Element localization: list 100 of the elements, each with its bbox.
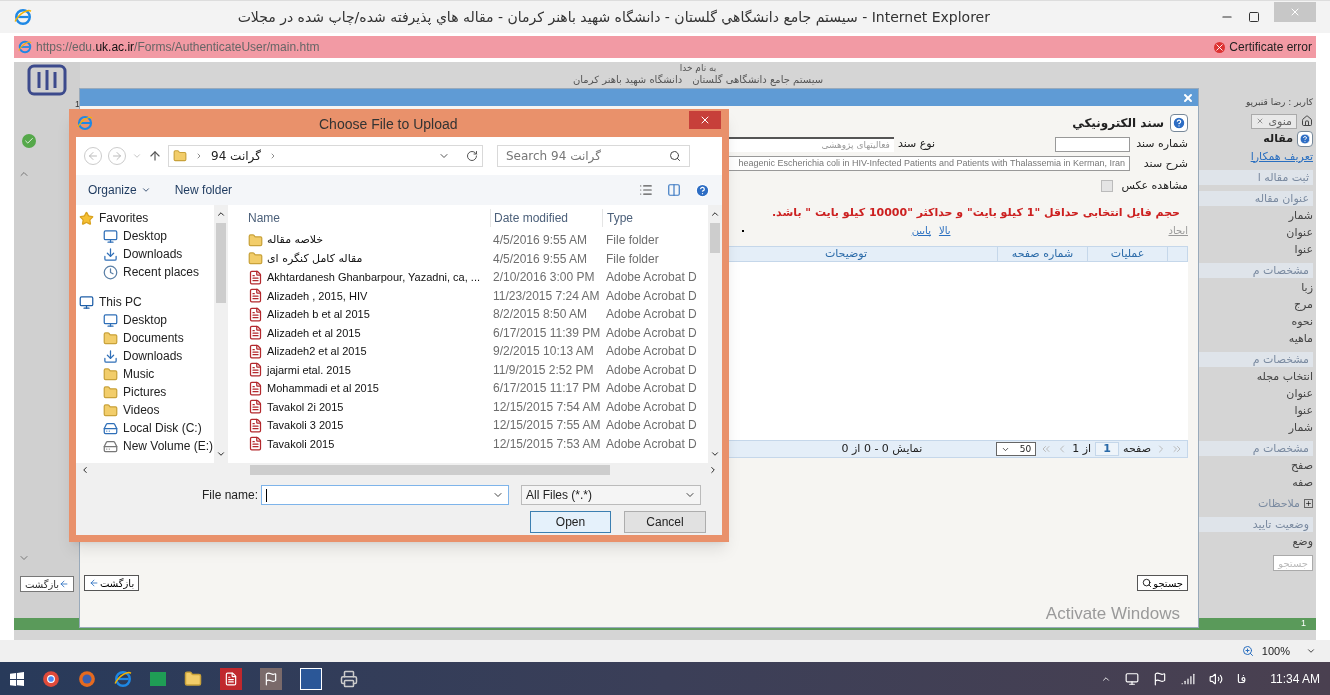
breadcrumb-item[interactable]: گرانت 94 — [211, 147, 261, 165]
close-icon[interactable] — [1182, 91, 1194, 104]
new-folder-button[interactable]: New folder — [174, 181, 233, 199]
file-row[interactable]: Alizadeh , 2015, HIV 11/23/2015 7:24 AM Adobe Acrobat D — [228, 286, 708, 305]
file-row[interactable]: Tavakoli 3 2015 12/15/2015 7:55 AM Adobe Acrobat D — [228, 416, 708, 435]
address-field[interactable]: گرانت 94 — [168, 145, 483, 167]
nav-item[interactable]: Videos — [76, 401, 214, 419]
back-button[interactable]: بازگشت — [84, 575, 140, 591]
home-icon[interactable] — [1301, 115, 1313, 127]
up-icon[interactable] — [148, 149, 162, 163]
start-icon[interactable] — [10, 671, 24, 686]
file-row[interactable]: Tavakoli 2015 12/15/2015 7:53 AM Adobe Acrobat D — [228, 434, 708, 453]
window-title: Internet Explorer - سیستم جامع دانشگاهي گلستان - دانشگاه شهيد باهنر کرمان - مقاله هاي پذيرفته شده/چاپ شده در مجلات — [237, 7, 990, 28]
file-name: Tavakol 2i 2015 — [267, 399, 344, 415]
help-icon[interactable] — [1170, 114, 1188, 132]
cancel-button[interactable]: Cancel — [624, 511, 706, 533]
back-button[interactable]: بازگشت — [19, 576, 75, 592]
nav-item[interactable]: New Volume (E:) — [76, 437, 214, 455]
down-link[interactable]: پایین — [911, 223, 931, 238]
preview-pane-icon[interactable] — [667, 183, 681, 197]
volume-icon[interactable] — [1208, 671, 1223, 686]
nav-item[interactable]: Local Disk (C:) — [76, 419, 214, 437]
page-field[interactable]: 1 — [1095, 442, 1120, 456]
store-icon[interactable] — [150, 671, 166, 686]
nav-item[interactable]: Desktop — [76, 311, 214, 329]
scroll-left-icon[interactable] — [80, 465, 90, 475]
nav-item[interactable]: Downloads — [76, 347, 214, 365]
input-field[interactable] — [1055, 136, 1130, 152]
nav-item[interactable]: Recent places — [76, 263, 214, 281]
up-link[interactable]: بالا — [938, 223, 951, 238]
close-button[interactable] — [689, 111, 721, 129]
file-name: Tavakoli 2015 — [267, 436, 335, 452]
header-text: دانشگاه شهید باهنر کرمان — [572, 74, 683, 86]
file-name-field[interactable] — [261, 485, 510, 505]
file-row[interactable]: Akhtardanesh Ghanbarpour, Yazadni, ca, ... 2/10/2016 3:00 PM Adobe Acrobat D — [228, 268, 708, 287]
tray-icon[interactable] — [1124, 671, 1139, 686]
search-button[interactable]: جستجو — [1137, 575, 1188, 591]
file-row[interactable]: Tavakol 2i 2015 12/15/2015 7:54 AM Adobe Acrobat D — [228, 397, 708, 416]
expand-icon[interactable] — [1304, 498, 1313, 508]
scroll-thumb[interactable] — [216, 223, 226, 303]
nav-item[interactable]: Downloads — [76, 245, 214, 263]
signal-icon[interactable] — [1180, 671, 1195, 686]
organize-menu[interactable]: Organize — [88, 181, 151, 199]
field-label: زبا — [1300, 279, 1313, 295]
scroll-thumb[interactable] — [250, 465, 610, 475]
scroll-thumb[interactable] — [710, 223, 720, 253]
browser-logo-icon — [14, 8, 32, 26]
nav-item[interactable]: Documents — [76, 329, 214, 347]
folder-icon[interactable] — [184, 669, 202, 688]
help-icon[interactable] — [1297, 130, 1313, 147]
view-options-icon[interactable] — [639, 183, 653, 197]
file-row[interactable]: Alizadeh b et al 2015 8/2/2015 8:50 AM Adobe Acrobat D — [228, 305, 708, 324]
scroll-down-icon[interactable] — [216, 449, 226, 459]
file-type-select[interactable]: All Files (*.*) — [521, 485, 702, 505]
file-row[interactable]: jajarmi etal. 2015 11/9/2015 2:52 PM Adobe Acrobat D — [228, 360, 708, 379]
app-icon[interactable] — [260, 667, 282, 690]
file-row[interactable]: Alizadeh et al 2015 6/17/2015 11:39 PM Adobe Acrobat D — [228, 323, 708, 342]
caret-icon[interactable] — [1306, 646, 1316, 656]
scroll-up-icon[interactable] — [710, 209, 720, 219]
file-name: Alizadeh2 et al 2015 — [267, 344, 367, 359]
file-type: File folder — [605, 232, 659, 250]
file-row[interactable]: Mohammadi et al 2015 6/17/2015 11:17 PM Adobe Acrobat D — [228, 379, 708, 398]
scroll-up-icon[interactable] — [216, 209, 226, 219]
maximize-icon[interactable] — [1248, 11, 1260, 23]
monitor-icon — [103, 228, 118, 244]
zoom-level[interactable]: 100% — [1261, 642, 1290, 660]
clock[interactable]: 11:34 AM — [1270, 669, 1320, 688]
header-text: سیستم جامع دانشگاهی گلستان — [692, 74, 824, 86]
file-date: 4/5/2016 9:55 AM — [492, 232, 589, 250]
scroll-down-icon[interactable] — [710, 449, 720, 459]
close-tab-icon[interactable] — [1256, 117, 1265, 125]
pdf-app-icon[interactable] — [220, 667, 242, 690]
refresh-icon[interactable] — [466, 150, 478, 162]
checkbox[interactable] — [1101, 180, 1114, 193]
app-icon[interactable] — [340, 669, 358, 688]
page-size-select[interactable]: 50 — [996, 442, 1037, 456]
certificate-error[interactable]: Certificate error — [1214, 38, 1312, 56]
column-header[interactable]: Date modified — [490, 209, 602, 227]
word-icon[interactable] — [300, 667, 322, 690]
menu-tab[interactable]: منوی — [1251, 113, 1297, 129]
tray-flag-icon[interactable] — [1152, 671, 1167, 686]
scroll-right-icon[interactable] — [708, 465, 718, 475]
nav-group[interactable]: Favorites — [76, 209, 214, 227]
zoom-icon[interactable] — [1241, 645, 1254, 657]
language-indicator[interactable]: فا — [1236, 669, 1247, 688]
nav-item[interactable]: Music — [76, 365, 214, 383]
address-bar[interactable]: https://edu.uk.ac.ir/Forms/AuthenticateUser/main.htm Certificate error — [14, 36, 1316, 58]
nav-item[interactable]: Pictures — [76, 383, 214, 401]
dialog-title: Choose File to Upload — [319, 115, 458, 134]
nav-group[interactable]: This PC — [76, 293, 214, 311]
file-date: 4/5/2016 9:55 AM — [492, 250, 589, 268]
open-button[interactable]: Open — [530, 511, 611, 533]
column-header[interactable]: Name — [228, 209, 490, 227]
chrome-icon[interactable] — [42, 669, 60, 688]
nav-item[interactable]: Desktop — [76, 227, 214, 245]
file-row[interactable]: Alizadeh2 et al 2015 9/2/2015 10:13 AM Adobe Acrobat D — [228, 342, 708, 361]
search-field[interactable]: Search گرانت 94 — [497, 145, 690, 167]
firefox-icon[interactable] — [78, 669, 96, 688]
column-header[interactable]: Type — [602, 209, 633, 227]
file-type: Adobe Acrobat D — [605, 380, 697, 398]
